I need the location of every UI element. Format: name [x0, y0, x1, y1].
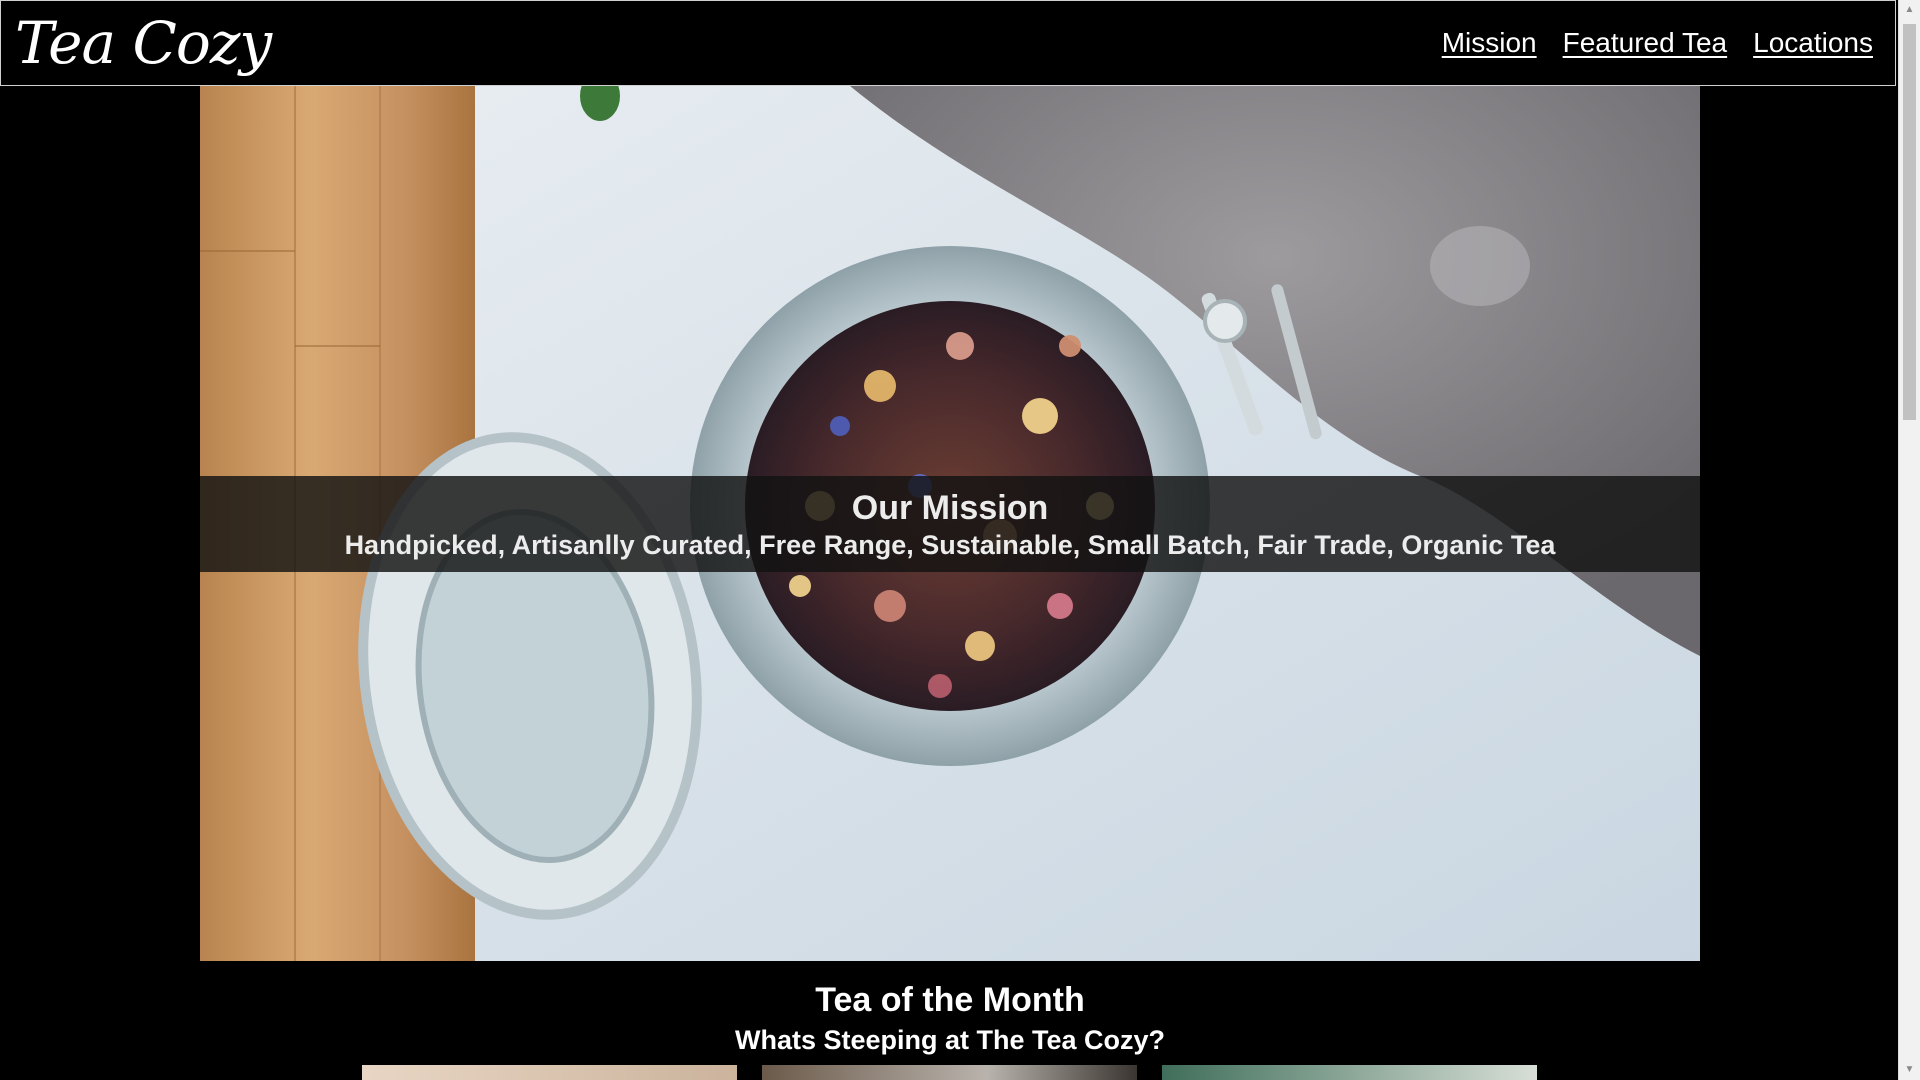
tea-thumbnail-1 [362, 1065, 737, 1080]
mission-text: Handpicked, Artisanlly Curated, Free Ran… [344, 530, 1556, 560]
hero-image: Our Mission Handpicked, Artisanlly Curat… [200, 86, 1700, 961]
page-scrollbar[interactable]: ▲ ▼ [1898, 0, 1920, 1080]
mission-banner: Our Mission Handpicked, Artisanlly Curat… [200, 476, 1700, 572]
tea-of-month-subtitle: Whats Steeping at The Tea Cozy? [734, 1025, 1166, 1055]
tea-thumbnail-2 [762, 1065, 1137, 1080]
scroll-down-icon[interactable]: ▼ [1899, 1060, 1920, 1080]
main-nav: Mission Featured Tea Locations [1442, 27, 1873, 59]
site-header: Tea Cozy Mission Featured Tea Locations [0, 0, 1896, 86]
site-logo[interactable]: Tea Cozy [15, 5, 272, 81]
page: Tea Cozy Mission Featured Tea Locations [0, 0, 1920, 1080]
tea-thumbnails [362, 1065, 1537, 1080]
mission-title: Our Mission [851, 489, 1049, 527]
scroll-up-icon[interactable]: ▲ [1899, 0, 1920, 20]
nav-link-mission[interactable]: Mission [1442, 27, 1537, 59]
nav-link-locations[interactable]: Locations [1753, 27, 1873, 59]
nav-link-featured-tea[interactable]: Featured Tea [1563, 27, 1728, 59]
tea-thumbnail-3 [1162, 1065, 1537, 1080]
scrollbar-thumb[interactable] [1903, 24, 1916, 420]
tea-of-month-title: Tea of the Month [815, 981, 1085, 1019]
tea-of-month-section: Tea of the Month Whats Steeping at The T… [0, 978, 1900, 1058]
